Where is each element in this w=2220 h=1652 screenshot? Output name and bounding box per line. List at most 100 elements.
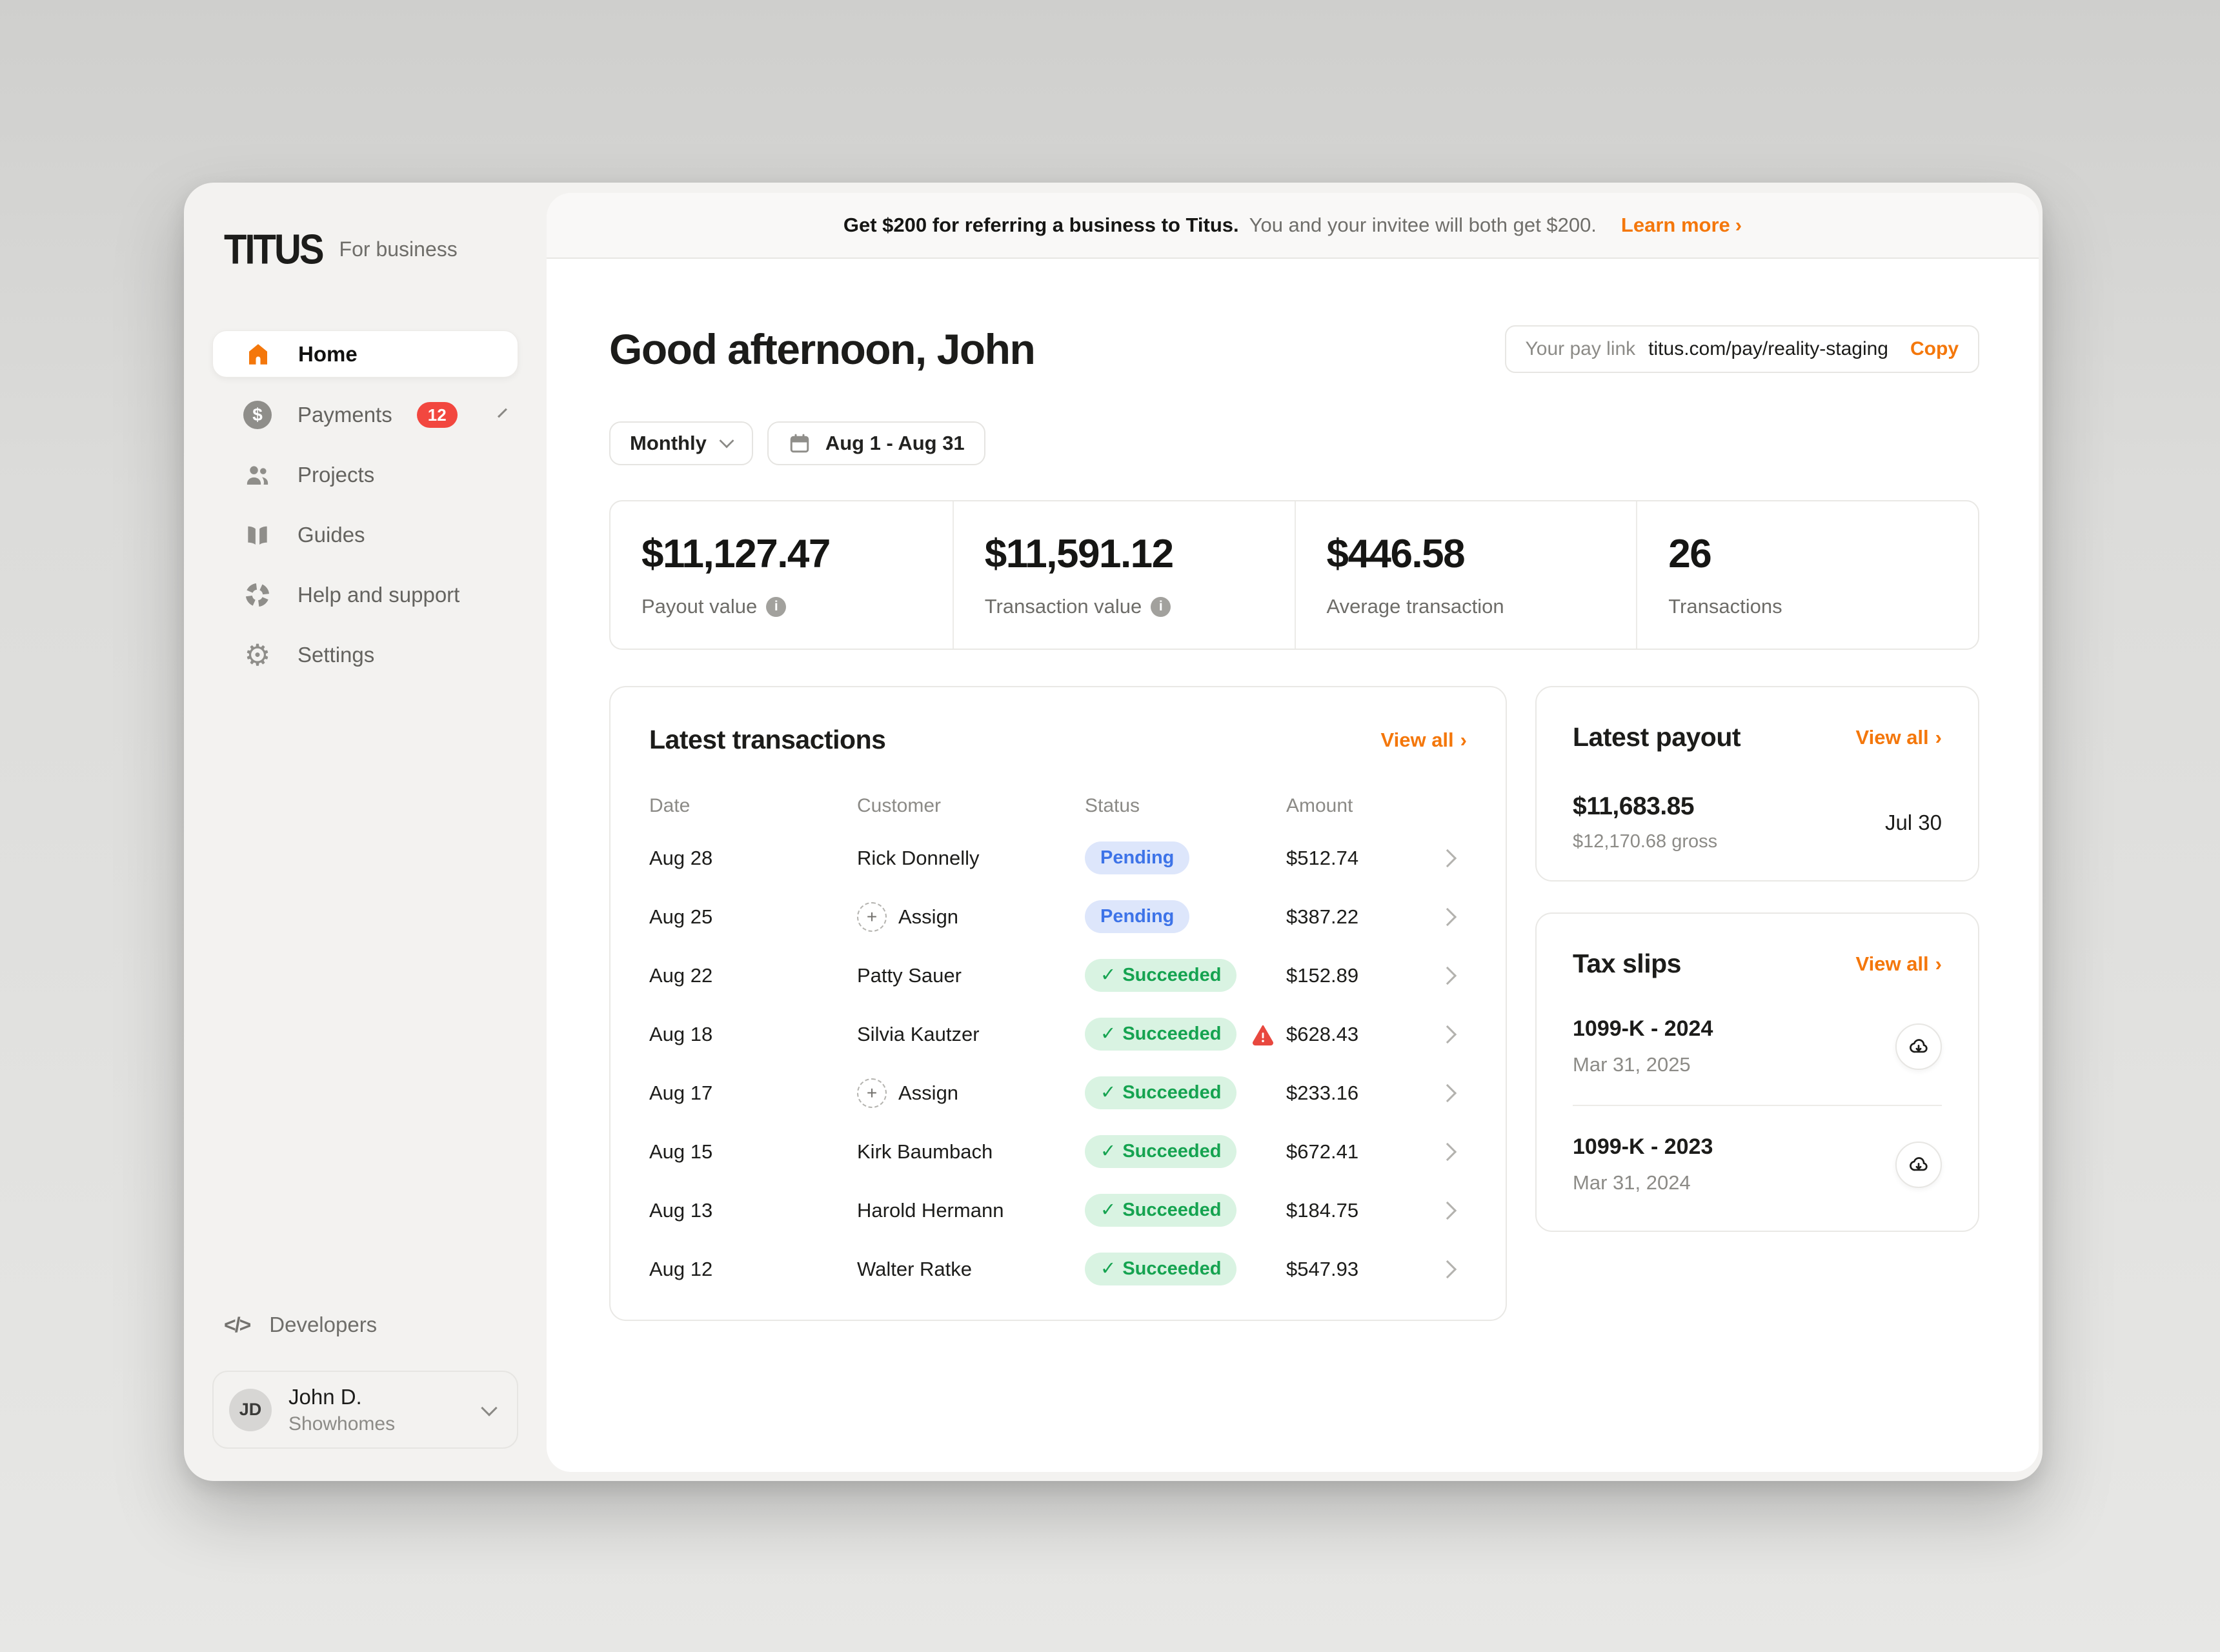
payout-view-all-link[interactable]: View all › — [1856, 726, 1942, 749]
chevron-right-icon: › — [1935, 725, 1942, 749]
chevron-right-icon[interactable] — [1438, 1083, 1457, 1102]
transactions-view-all-link[interactable]: View all › — [1381, 729, 1468, 752]
stat-label: Transactions — [1668, 595, 1782, 618]
sidebar-item-label: Payments — [298, 402, 392, 427]
stat-payout-value: $11,127.47 Payout value i — [610, 501, 953, 649]
sidebar-item-help[interactable]: Help and support — [212, 572, 518, 618]
chevron-right-icon[interactable] — [1438, 1142, 1457, 1161]
cell-amount: $387.22 — [1286, 905, 1359, 928]
cell-customer: Rick Donnelly — [857, 846, 980, 869]
stat-value: $11,127.47 — [641, 532, 831, 576]
sidebar-item-label: Home — [298, 341, 358, 366]
status-badge: ✓ Succeeded — [1085, 1076, 1237, 1109]
tax-slip-name: 1099-K - 2023 — [1573, 1134, 1713, 1159]
status-badge: ✓ Succeeded — [1085, 1018, 1237, 1051]
cell-date: Aug 22 — [649, 963, 713, 987]
stat-label: Average transaction — [1326, 595, 1504, 618]
chevron-down-icon — [719, 433, 734, 448]
projects-icon — [242, 459, 273, 490]
chevron-right-icon: › — [1735, 214, 1742, 236]
download-button[interactable] — [1895, 1023, 1942, 1070]
table-row[interactable]: Aug 15 Kirk Baumbach ✓ Succeeded $672.41 — [649, 1122, 1467, 1181]
cell-customer: Patty Sauer — [857, 963, 962, 987]
payout-date: Jul 30 — [1884, 810, 1942, 834]
profile-org: Showhomes — [288, 1413, 396, 1435]
main-content: Good afternoon, John Your pay link titus… — [547, 325, 2039, 1321]
info-icon[interactable]: i — [1151, 596, 1171, 617]
date-range-picker[interactable]: Aug 1 - Aug 31 — [767, 421, 985, 465]
copy-button[interactable]: Copy — [1910, 338, 1959, 360]
status-badge: ✓ Succeeded — [1085, 1253, 1237, 1285]
cell-amount: $152.89 — [1286, 963, 1359, 987]
cell-amount: $233.16 — [1286, 1081, 1359, 1104]
banner-bold-text: Get $200 for referring a business to Tit… — [843, 214, 1239, 236]
cell-date: Aug 17 — [649, 1081, 713, 1104]
chevron-right-icon[interactable] — [1438, 966, 1457, 985]
chevron-right-icon[interactable] — [1438, 1260, 1457, 1278]
tax-slip-name: 1099-K - 2024 — [1573, 1016, 1713, 1041]
payout-amount: $11,683.85 — [1573, 792, 1695, 820]
table-row[interactable]: Aug 28 Rick Donnelly Pending $512.74 — [649, 829, 1467, 887]
status-badge: Pending — [1085, 900, 1190, 933]
assign-button[interactable]: + Assign — [857, 902, 1085, 932]
chevron-right-icon[interactable] — [1438, 907, 1457, 926]
col-amount: Amount — [1286, 795, 1353, 816]
cell-amount: $628.43 — [1286, 1022, 1359, 1045]
chevron-right-icon[interactable] — [1438, 1201, 1457, 1220]
cell-date: Aug 28 — [649, 846, 713, 869]
sidebar-item-payments[interactable]: $ Payments 12 — [212, 392, 518, 438]
download-button[interactable] — [1895, 1141, 1942, 1188]
list-item: 1099-K - 2024 Mar 31, 2025 — [1573, 988, 1942, 1105]
pay-link-label: Your pay link — [1525, 338, 1636, 359]
table-row[interactable]: Aug 25 + Assign Pending $387.22 — [649, 887, 1467, 946]
table-row[interactable]: Aug 13 Harold Hermann ✓ Succeeded $184.75 — [649, 1181, 1467, 1240]
cell-date: Aug 12 — [649, 1257, 713, 1280]
sidebar-bottom: </> Developers JD John D. Showhomes — [184, 1313, 547, 1481]
latest-transactions-card: Latest transactions View all › Date Custo… — [609, 686, 1507, 1321]
right-column: Latest payout View all › $11,683.85 $12,1… — [1535, 686, 1979, 1232]
chevron-right-icon: › — [1460, 728, 1467, 751]
sidebar-nav: Home $ Payments 12 Projects Guides Help … — [212, 330, 518, 678]
avatar: JD — [229, 1388, 272, 1431]
sidebar-item-projects[interactable]: Projects — [212, 452, 518, 498]
plus-icon: + — [857, 902, 887, 932]
profile-switcher[interactable]: JD John D. Showhomes — [212, 1371, 518, 1449]
table-row[interactable]: Aug 18 Silvia Kautzer ✓ Succeeded $628.43 — [649, 1005, 1467, 1063]
pay-link-url: titus.com/pay/reality-staging — [1648, 338, 1888, 359]
table-row[interactable]: Aug 22 Patty Sauer ✓ Succeeded $152.89 — [649, 946, 1467, 1005]
assign-button[interactable]: + Assign — [857, 1078, 1085, 1108]
sidebar-item-home[interactable]: Home — [212, 330, 518, 378]
table-header: Date Customer Status Amount — [649, 795, 1467, 817]
chevron-right-icon[interactable] — [1438, 849, 1457, 867]
tax-view-all-link[interactable]: View all › — [1856, 952, 1942, 976]
sidebar-item-label: Settings — [298, 642, 375, 667]
cell-customer: Silvia Kautzer — [857, 1022, 980, 1045]
col-date: Date — [649, 795, 691, 816]
date-range-value: Aug 1 - Aug 31 — [825, 432, 965, 454]
stat-value: $11,591.12 — [984, 532, 1174, 576]
sidebar-item-guides[interactable]: Guides — [212, 512, 518, 558]
table-row[interactable]: Aug 17 + Assign ✓ Succeeded $233.16 — [649, 1063, 1467, 1122]
chevron-down-icon[interactable] — [481, 1399, 498, 1416]
pay-link-box: Your pay link titus.com/pay/reality-stag… — [1504, 325, 1979, 373]
guides-icon — [242, 519, 273, 550]
period-select[interactable]: Monthly — [609, 421, 753, 465]
cell-customer: Kirk Baumbach — [857, 1140, 993, 1163]
sidebar-item-label: Help and support — [298, 582, 460, 607]
chevron-right-icon[interactable] — [1438, 1025, 1457, 1043]
sidebar-item-developers[interactable]: </> Developers — [224, 1313, 547, 1337]
lifebuoy-icon — [242, 579, 273, 610]
warning-icon[interactable] — [1251, 1022, 1275, 1047]
status-badge: ✓ Succeeded — [1085, 1135, 1237, 1168]
chevron-down-icon[interactable] — [497, 408, 507, 418]
sidebar-item-settings[interactable]: ⚙ Settings — [212, 632, 518, 678]
cell-customer: Walter Ratke — [857, 1257, 973, 1280]
cell-date: Aug 15 — [649, 1140, 713, 1163]
col-customer: Customer — [857, 795, 942, 816]
sidebar: TITUS For business Home $ Payments 12 Pr… — [184, 183, 547, 1481]
table-row[interactable]: Aug 12 Walter Ratke ✓ Succeeded $547.93 — [649, 1240, 1467, 1298]
learn-more-link[interactable]: Learn more › — [1621, 214, 1742, 237]
cell-amount: $184.75 — [1286, 1198, 1359, 1222]
info-icon[interactable]: i — [766, 596, 787, 617]
gear-icon: ⚙ — [244, 637, 271, 672]
